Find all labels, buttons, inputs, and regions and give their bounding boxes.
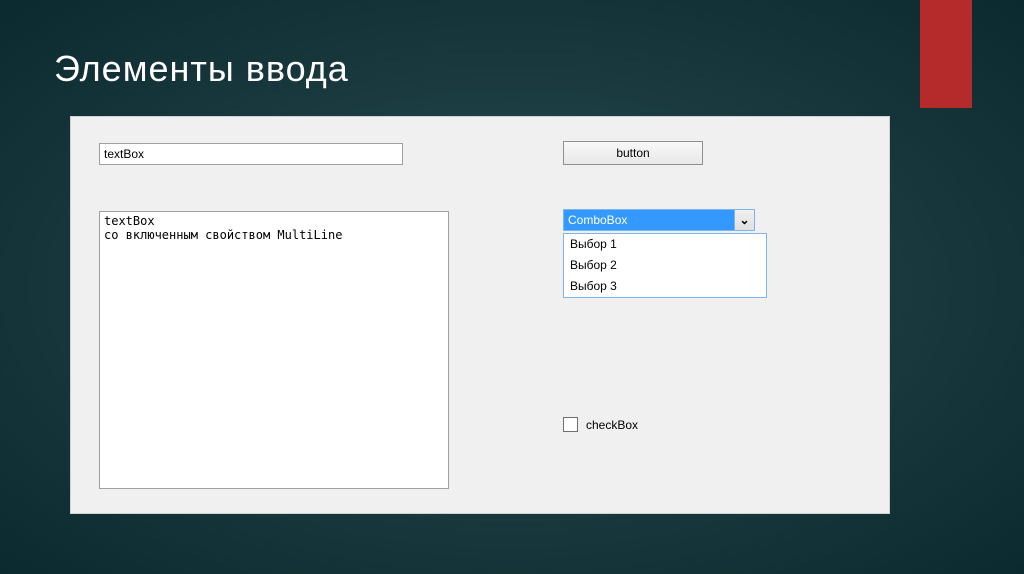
combobox-option[interactable]: Выбор 3 [564, 276, 766, 297]
checkbox-box[interactable] [563, 417, 578, 432]
combobox: ComboBox ⌄ Выбор 1 Выбор 2 Выбор 3 [563, 209, 755, 231]
checkbox-control: checkBox [563, 417, 638, 432]
combobox-option[interactable]: Выбор 2 [564, 255, 766, 276]
sample-button[interactable]: button [563, 141, 703, 165]
textbox-single-line[interactable] [99, 143, 403, 165]
combobox-selected-text: ComboBox [564, 210, 734, 230]
checkbox-label: checkBox [586, 418, 638, 432]
slide-title: Элементы ввода [54, 48, 349, 90]
chevron-down-icon: ⌄ [739, 214, 749, 226]
textbox-multiline[interactable]: textBox со включенным свойством MultiLin… [99, 211, 449, 489]
combobox-selected[interactable]: ComboBox ⌄ [563, 209, 755, 231]
form-panel: textBox со включенным свойством MultiLin… [70, 116, 890, 514]
accent-bar [920, 0, 972, 108]
combobox-list: Выбор 1 Выбор 2 Выбор 3 [563, 233, 767, 298]
combobox-dropdown-button[interactable]: ⌄ [734, 210, 754, 230]
combobox-option[interactable]: Выбор 1 [564, 234, 766, 255]
